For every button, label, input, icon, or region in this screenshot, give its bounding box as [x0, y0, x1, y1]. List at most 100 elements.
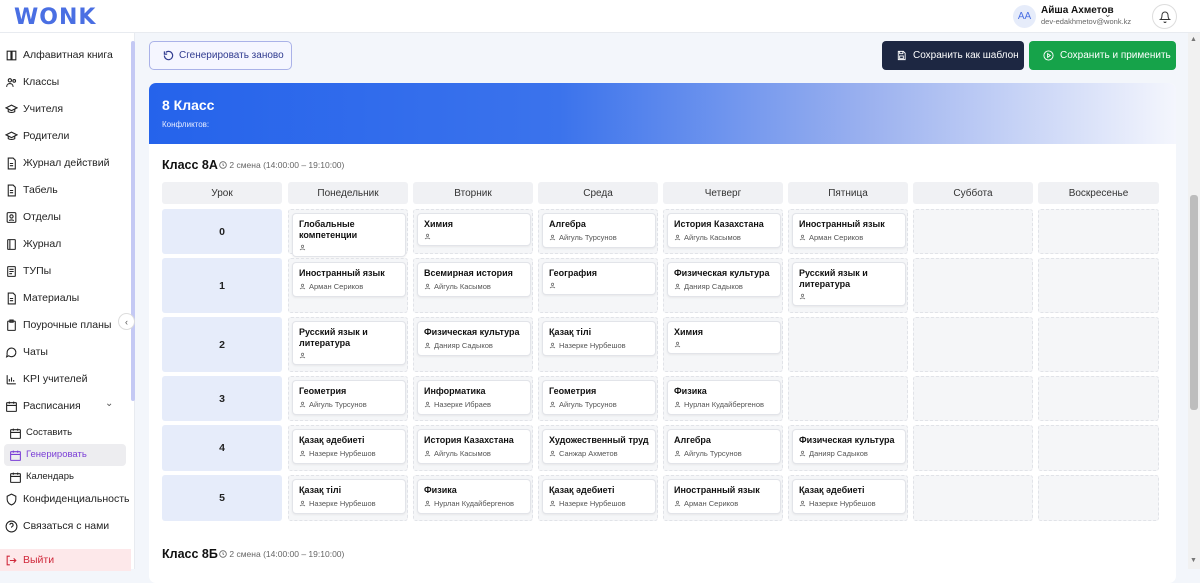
avatar[interactable]: AA	[1013, 5, 1036, 28]
timetable-slot[interactable]: Физика Нурлан Кудайбергенов	[413, 475, 533, 521]
sidebar-item[interactable]: KPI учителей	[0, 368, 128, 390]
sidebar-item[interactable]: Материалы	[0, 287, 128, 309]
lesson-card[interactable]: Физическая культура Данияр Садыков	[667, 262, 781, 297]
timetable-slot[interactable]: Иностранный язык Арман Сериков	[788, 209, 908, 254]
timetable-slot[interactable]	[913, 475, 1033, 521]
collapse-sidebar-button[interactable]: ‹	[118, 313, 135, 330]
lesson-card[interactable]: География	[542, 262, 656, 295]
timetable-slot[interactable]: Художественный труд Санжар Ахметов	[538, 425, 658, 471]
lesson-card[interactable]: Иностранный язык Арман Сериков	[292, 262, 406, 297]
timetable-slot[interactable]: Глобальные компетенции	[288, 209, 408, 257]
timetable-slot[interactable]: Қазақ әдебиеті Назерке Нурбешов	[288, 425, 408, 471]
timetable-slot[interactable]	[913, 317, 1033, 372]
timetable-slot[interactable]: Алгебра Айгуль Турсунов	[538, 209, 658, 254]
sidebar-item[interactable]: Чаты	[0, 341, 128, 363]
lesson-card[interactable]: Русский язык и литература	[292, 321, 406, 365]
lesson-card[interactable]: Химия	[417, 213, 531, 246]
timetable-slot[interactable]: История Казахстана Айгуль Касымов	[413, 425, 533, 471]
user-name[interactable]: Айша Ахметов	[1041, 5, 1114, 16]
lesson-card[interactable]: Иностранный язык Арман Сериков	[667, 479, 781, 514]
timetable-slot[interactable]: Қазақ тілі Назерке Нурбешов	[538, 317, 658, 372]
app-logo[interactable]: WONK	[14, 5, 96, 30]
chevron-down-icon[interactable]: ⌄	[105, 398, 113, 409]
lesson-card[interactable]: История Казахстана Айгуль Касымов	[667, 213, 781, 248]
timetable-slot[interactable]: Информатика Назерке Ибраев	[413, 376, 533, 421]
lesson-card[interactable]: Физическая культура Данияр Садыков	[417, 321, 531, 356]
lesson-card[interactable]: Художественный труд Санжар Ахметов	[542, 429, 656, 464]
timetable-slot[interactable]: Қазақ әдебиеті Назерке Нурбешов	[788, 475, 908, 521]
lesson-card[interactable]: Всемирная история Айгуль Касымов	[417, 262, 531, 297]
timetable-slot[interactable]: Қазақ тілі Назерке Нурбешов	[288, 475, 408, 521]
lesson-card[interactable]: Қазақ тілі Назерке Нурбешов	[542, 321, 656, 356]
sidebar-item[interactable]: Отделы	[0, 206, 128, 228]
timetable-slot[interactable]	[1038, 317, 1159, 372]
timetable-slot[interactable]: Геометрия Айгуль Турсунов	[288, 376, 408, 421]
timetable-slot[interactable]: Физическая культура Данияр Садыков	[413, 317, 533, 372]
sidebar-scrollbar[interactable]	[131, 41, 135, 401]
scroll-up-icon[interactable]: ▲	[1190, 36, 1197, 43]
sidebar-subitem[interactable]: Генерировать	[4, 444, 126, 466]
timetable-slot[interactable]: Иностранный язык Арман Сериков	[663, 475, 783, 521]
lesson-card[interactable]: Физическая культура Данияр Садыков	[792, 429, 906, 464]
sidebar-item[interactable]: Табель	[0, 179, 128, 201]
logout-button[interactable]: Выйти	[0, 549, 131, 571]
timetable-slot[interactable]	[788, 376, 908, 421]
chevron-down-icon[interactable]: ⌄	[1104, 9, 1112, 20]
lesson-card[interactable]: Глобальные компетенции	[292, 213, 406, 257]
lesson-card[interactable]: Қазақ әдебиеті Назерке Нурбешов	[792, 479, 906, 514]
lesson-card[interactable]: Қазақ әдебиеті Назерке Нурбешов	[542, 479, 656, 514]
timetable-slot[interactable]: Физическая культура Данияр Садыков	[788, 425, 908, 471]
timetable-slot[interactable]: Геометрия Айгуль Турсунов	[538, 376, 658, 421]
timetable-slot[interactable]: Физика Нурлан Кудайбергенов	[663, 376, 783, 421]
timetable-slot[interactable]: Химия	[413, 209, 533, 254]
lesson-card[interactable]: Геометрия Айгуль Турсунов	[292, 380, 406, 415]
sidebar-item[interactable]: Журнал действий	[0, 152, 128, 174]
lesson-card[interactable]: Химия	[667, 321, 781, 354]
sidebar-item[interactable]: ТУПы	[0, 260, 128, 282]
timetable-slot[interactable]: География	[538, 258, 658, 313]
timetable-slot[interactable]	[1038, 475, 1159, 521]
scroll-down-icon[interactable]: ▼	[1190, 557, 1197, 564]
timetable-slot[interactable]: Қазақ әдебиеті Назерке Нурбешов	[538, 475, 658, 521]
lesson-card[interactable]: Иностранный язык Арман Сериков	[792, 213, 906, 248]
sidebar-item[interactable]: Алфавитная книга	[0, 44, 128, 66]
lesson-card[interactable]: Алгебра Айгуль Турсунов	[667, 429, 781, 464]
timetable-slot[interactable]	[913, 209, 1033, 254]
scroll-thumb[interactable]	[1190, 195, 1198, 410]
regenerate-button[interactable]: Сгенерировать заново	[149, 41, 292, 70]
timetable-slot[interactable]: История Казахстана Айгуль Касымов	[663, 209, 783, 254]
timetable-slot[interactable]	[1038, 209, 1159, 254]
timetable-slot[interactable]: Физическая культура Данияр Садыков	[663, 258, 783, 313]
sidebar-item[interactable]: Конфиденциальность	[0, 488, 130, 510]
lesson-card[interactable]: Алгебра Айгуль Турсунов	[542, 213, 656, 248]
lesson-card[interactable]: История Казахстана Айгуль Касымов	[417, 429, 531, 464]
sidebar-item[interactable]: Родители	[0, 125, 128, 147]
sidebar-item[interactable]: Учителя	[0, 98, 128, 120]
save-apply-button[interactable]: Сохранить и применить	[1029, 41, 1176, 70]
lesson-card[interactable]: Русский язык и литература	[792, 262, 906, 306]
timetable-slot[interactable]	[1038, 376, 1159, 421]
timetable-slot[interactable]	[913, 258, 1033, 313]
timetable-slot[interactable]: Русский язык и литература	[288, 317, 408, 372]
sidebar-item[interactable]: Связаться с нами	[0, 515, 128, 537]
timetable-slot[interactable]	[1038, 425, 1159, 471]
save-template-button[interactable]: Сохранить как шаблон	[882, 41, 1024, 70]
timetable-slot[interactable]: Иностранный язык Арман Сериков	[288, 258, 408, 313]
lesson-card[interactable]: Физика Нурлан Кудайбергенов	[667, 380, 781, 415]
lesson-card[interactable]: Геометрия Айгуль Турсунов	[542, 380, 656, 415]
sidebar-subitem[interactable]: Календарь	[0, 466, 128, 488]
lesson-card[interactable]: Қазақ тілі Назерке Нурбешов	[292, 479, 406, 514]
lesson-card[interactable]: Физика Нурлан Кудайбергенов	[417, 479, 531, 514]
sidebar-item[interactable]: Журнал	[0, 233, 128, 255]
sidebar-item[interactable]: Расписания ⌄	[0, 395, 128, 417]
sidebar-item[interactable]: Классы	[0, 71, 128, 93]
lesson-card[interactable]: Информатика Назерке Ибраев	[417, 380, 531, 415]
bell-icon[interactable]	[1152, 4, 1177, 29]
timetable-slot[interactable]	[788, 317, 908, 372]
timetable-slot[interactable]: Химия	[663, 317, 783, 372]
timetable-slot[interactable]	[913, 425, 1033, 471]
sidebar-subitem[interactable]: Составить	[0, 422, 128, 444]
sidebar-item[interactable]: Поурочные планы	[0, 314, 128, 336]
timetable-slot[interactable]: Алгебра Айгуль Турсунов	[663, 425, 783, 471]
timetable-slot[interactable]	[1038, 258, 1159, 313]
